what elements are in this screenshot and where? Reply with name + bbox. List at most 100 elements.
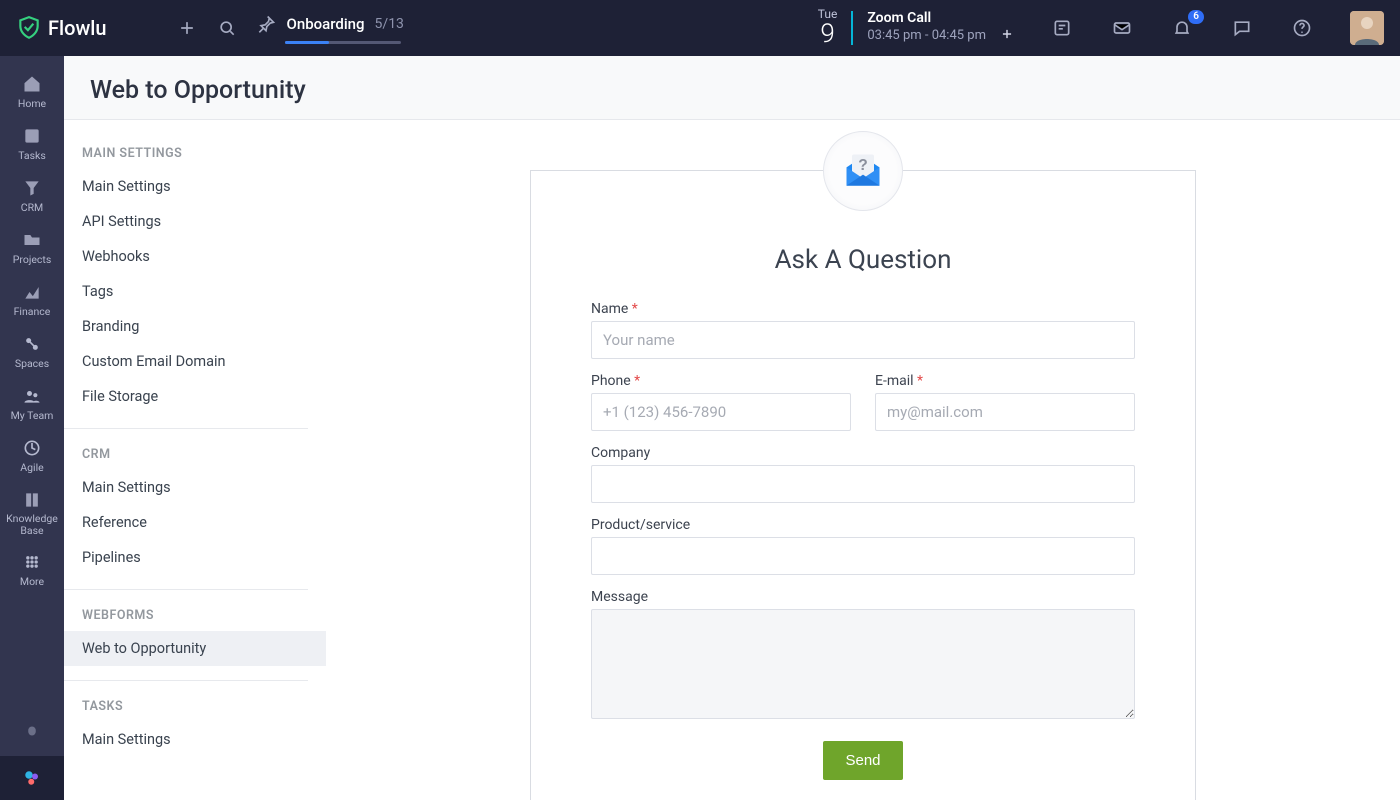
form-frame: ? Ask A Question Name * Phone * — [530, 170, 1196, 800]
top-bar: Flowlu Onboarding 5/13 Tue 9 Zoom Call 0… — [0, 0, 1400, 56]
send-button[interactable]: Send — [823, 741, 902, 780]
subnav-crm-main[interactable]: Main Settings — [64, 470, 326, 505]
calendar-widget[interactable]: Tue 9 Zoom Call 03:45 pm - 04:45 pm — [818, 8, 1014, 48]
app-icon — [23, 725, 41, 743]
rail-more[interactable]: More — [0, 544, 64, 596]
rail-tasks[interactable]: Tasks — [0, 118, 64, 170]
field-message: Message — [591, 589, 1135, 723]
subnav-web-to-opportunity[interactable]: Web to Opportunity — [64, 631, 326, 666]
onboarding-count: 5/13 — [375, 16, 404, 32]
envelope-question-icon: ? — [841, 149, 885, 193]
book-icon — [22, 490, 42, 510]
search-icon — [217, 18, 237, 38]
field-product: Product/service — [591, 517, 1135, 575]
section-main-settings: MAIN SETTINGS — [64, 138, 326, 169]
subnav-email-domain[interactable]: Custom Email Domain — [64, 344, 326, 379]
rail-crm[interactable]: CRM — [0, 170, 64, 222]
name-input[interactable] — [591, 321, 1135, 359]
event-time: 03:45 pm - 04:45 pm — [867, 28, 986, 43]
field-name: Name * — [591, 301, 1135, 359]
phone-input[interactable] — [591, 393, 851, 431]
add-button[interactable] — [167, 8, 207, 48]
rail-spaces[interactable]: Spaces — [0, 326, 64, 378]
svg-text:?: ? — [858, 157, 868, 174]
subnav-crm-pipelines[interactable]: Pipelines — [64, 540, 326, 575]
product-input[interactable] — [591, 537, 1135, 575]
onboarding-label: Onboarding — [287, 15, 365, 33]
subnav-crm-reference[interactable]: Reference — [64, 505, 326, 540]
subnav-main-settings[interactable]: Main Settings — [64, 169, 326, 204]
calendar-date: Tue 9 — [818, 8, 838, 48]
name-label: Name — [591, 301, 628, 317]
rail-projects[interactable]: Projects — [0, 222, 64, 274]
rail-settings[interactable] — [0, 756, 64, 800]
onboarding-widget[interactable]: Onboarding 5/13 — [255, 13, 404, 44]
subnav-file-storage[interactable]: File Storage — [64, 379, 326, 414]
field-phone: Phone * — [591, 373, 851, 431]
subnav-tasks-main[interactable]: Main Settings — [64, 722, 326, 757]
email-input[interactable] — [875, 393, 1135, 431]
product-label: Product/service — [591, 517, 1135, 533]
subnav-tags[interactable]: Tags — [64, 274, 326, 309]
settings-icon — [23, 769, 41, 787]
spaces-icon — [22, 334, 42, 354]
email-label: E-mail — [875, 373, 914, 389]
field-email: E-mail * — [875, 373, 1135, 431]
notes-button[interactable] — [1042, 8, 1082, 48]
calendar-event: Zoom Call 03:45 pm - 04:45 pm — [867, 10, 1014, 45]
plus-icon — [1000, 27, 1014, 41]
phone-label: Phone — [591, 373, 631, 389]
chat-button[interactable] — [1222, 8, 1262, 48]
rail-agile[interactable]: Agile — [0, 430, 64, 482]
calendar-divider — [851, 11, 853, 45]
pin-icon — [255, 13, 277, 35]
help-icon — [1292, 18, 1312, 38]
subnav-branding[interactable]: Branding — [64, 309, 326, 344]
add-event-button[interactable] — [1000, 26, 1014, 45]
form-title: Ask A Question — [591, 245, 1135, 275]
field-company: Company — [591, 445, 1135, 503]
message-input[interactable] — [591, 609, 1135, 719]
rail-finance[interactable]: Finance — [0, 274, 64, 326]
page-title: Web to Opportunity — [90, 76, 1374, 105]
section-webforms: WEBFORMS — [64, 600, 326, 631]
form-preview-area: ? Ask A Question Name * Phone * — [326, 120, 1400, 800]
help-button[interactable] — [1282, 8, 1322, 48]
flowlu-shield-icon — [16, 15, 42, 41]
rail-home[interactable]: Home — [0, 66, 64, 118]
avatar-icon — [1350, 11, 1384, 45]
event-title: Zoom Call — [867, 10, 1014, 26]
rail-kb[interactable]: Knowledge Base — [0, 482, 64, 544]
notification-badge: 6 — [1188, 10, 1204, 24]
subnav-webhooks[interactable]: Webhooks — [64, 239, 326, 274]
notifications-button[interactable]: 6 — [1162, 8, 1202, 48]
onboarding-progress — [285, 41, 401, 44]
user-avatar[interactable] — [1350, 11, 1384, 45]
message-label: Message — [591, 589, 1135, 605]
home-icon — [22, 74, 42, 94]
brand-logo[interactable]: Flowlu — [16, 15, 107, 41]
section-crm: CRM — [64, 439, 326, 470]
mail-icon — [1112, 18, 1132, 38]
page-header: Web to Opportunity — [64, 56, 1400, 120]
rail-apps[interactable] — [0, 712, 64, 756]
subnav-api-settings[interactable]: API Settings — [64, 204, 326, 239]
navigation-rail: Home Tasks CRM Projects Finance Spaces M… — [0, 56, 64, 800]
funnel-icon — [22, 178, 42, 198]
agile-icon — [22, 438, 42, 458]
chat-icon — [1232, 18, 1252, 38]
section-tasks: TASKS — [64, 691, 326, 722]
tasks-icon — [22, 126, 42, 146]
grid-icon — [22, 552, 42, 572]
projects-icon — [22, 230, 42, 250]
brand-name: Flowlu — [48, 16, 107, 40]
note-icon — [1052, 18, 1072, 38]
search-button[interactable] — [207, 8, 247, 48]
company-input[interactable] — [591, 465, 1135, 503]
form-header-icon: ? — [823, 131, 903, 211]
settings-sidebar: MAIN SETTINGS Main Settings API Settings… — [64, 120, 326, 800]
finance-icon — [22, 282, 42, 302]
rail-team[interactable]: My Team — [0, 378, 64, 430]
mail-button[interactable] — [1102, 8, 1142, 48]
calendar-date-number: 9 — [818, 21, 838, 48]
